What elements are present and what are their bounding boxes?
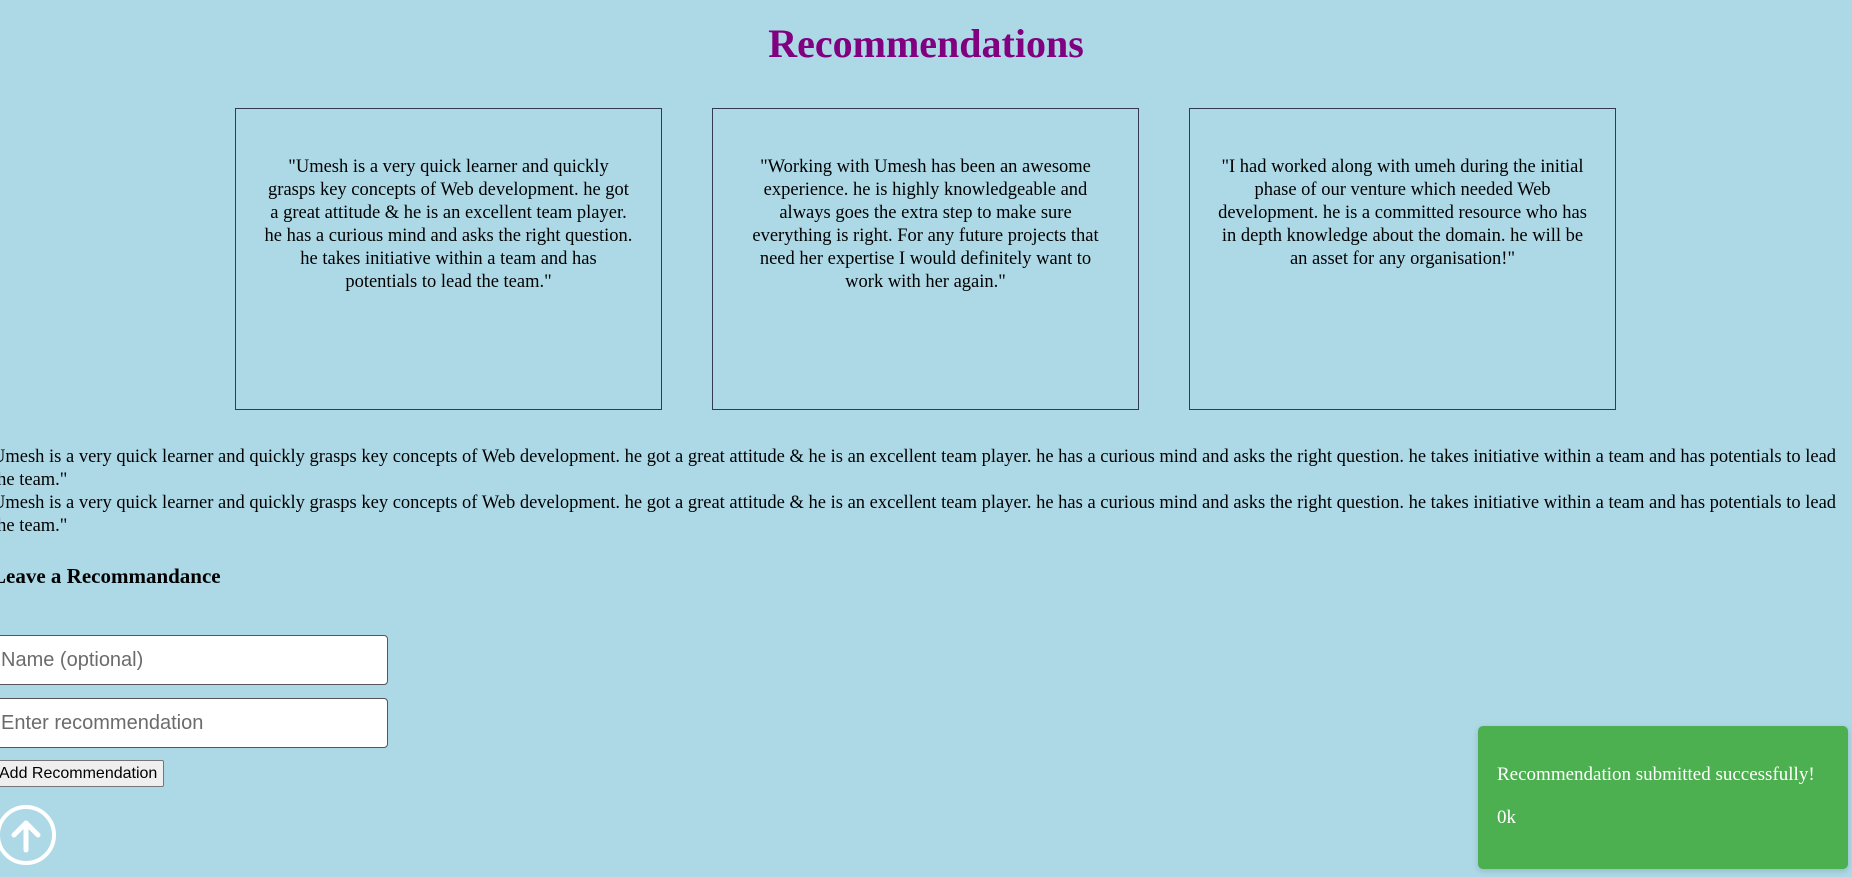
added-recommendation-text: Umesh is a very quick learner and quickl… [0,493,1837,536]
arrow-up-circle-icon [11,820,41,853]
recommendation-card-text: "I had worked along with umeh during the… [1218,157,1587,269]
recommendation-card-text: "Umesh is a very quick learner and quick… [264,157,633,292]
added-recommendations: Umesh is a very quick learner and quickl… [0,446,1848,538]
page-title: Recommendations [768,21,1084,66]
leave-recommendation-heading: Leave a Recommandance [0,564,221,588]
success-toast: Recommendation submitted successfully! 0… [1478,726,1848,869]
recommendation-card: "Working with Umesh has been an awesome … [712,108,1139,410]
scroll-to-top-button[interactable] [0,805,56,865]
name-input[interactable] [0,635,388,685]
recommendation-card-text: "Working with Umesh has been an awesome … [752,157,1099,292]
add-recommendation-button[interactable]: Add Recommendation [0,760,165,787]
toast-message: Recommendation submitted successfully! [1497,764,1815,785]
added-recommendation-text: Umesh is a very quick learner and quickl… [0,447,1837,490]
recommendation-cards: "Umesh is a very quick learner and quick… [235,108,1616,410]
recommendation-card: "I had worked along with umeh during the… [1189,108,1616,410]
toast-ok-button[interactable]: 0k [1497,806,1516,830]
recommendation-card: "Umesh is a very quick learner and quick… [235,108,662,410]
recommendation-input[interactable] [0,698,388,748]
